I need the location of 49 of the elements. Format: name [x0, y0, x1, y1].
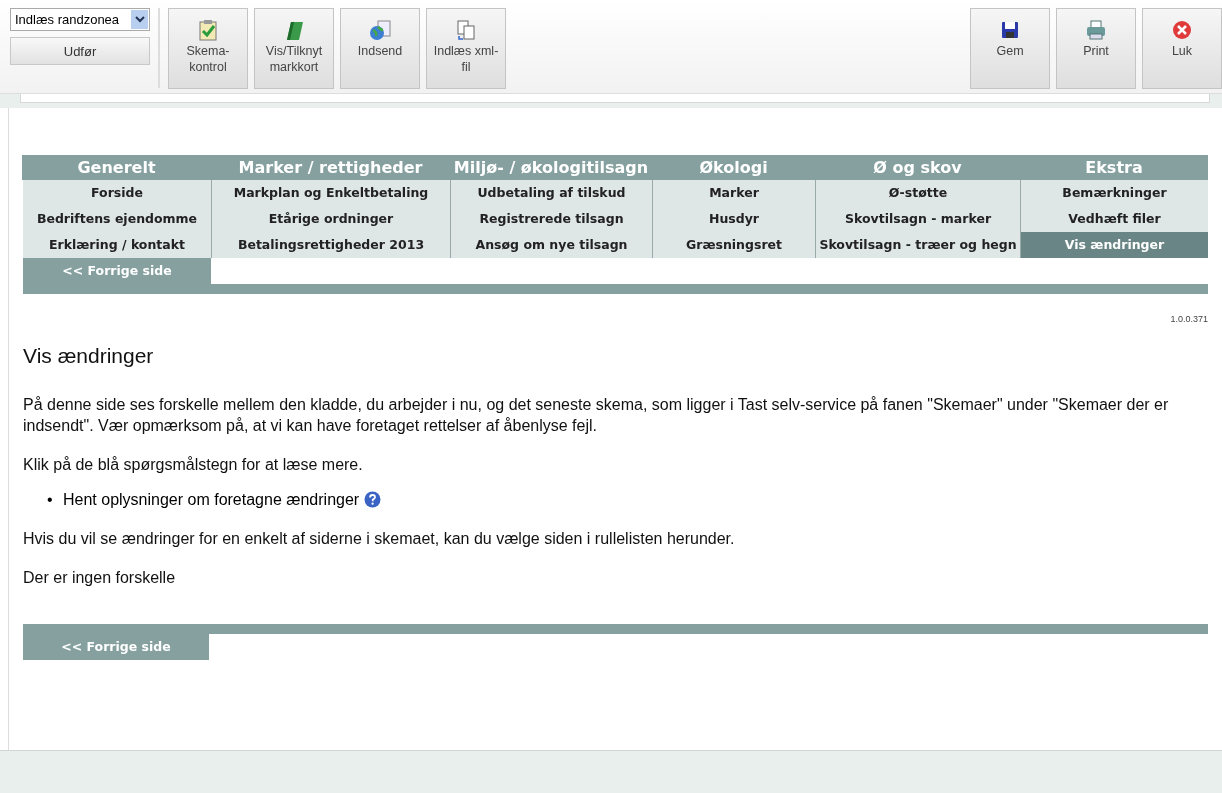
menu-item[interactable]: Vedhæft filer — [1021, 206, 1208, 232]
save-icon — [999, 19, 1021, 41]
menu-item[interactable]: Bedriftens ejendomme — [23, 206, 211, 232]
printer-icon — [1085, 19, 1107, 41]
help-icon[interactable] — [364, 491, 382, 508]
menu-heading: Ø og skov — [815, 155, 1020, 180]
version-label: 1.0.0.371 — [1170, 314, 1208, 324]
menu-item[interactable]: Vis ændringer — [1021, 232, 1208, 258]
toolbar-button[interactable]: Print — [1056, 8, 1136, 89]
intro-paragraph: På denne side ses forskelle mellem den kladde, du arbejder i nu, og det seneste skema, som ligger i Tast selv-service på fanen "Skemaer" under "Skemaer der er indsendt". Vær opmærksom på, at vi kan have foretaget rettelser af åbenlyse fejl. — [23, 395, 1170, 436]
menu-item[interactable]: Skovtilsagn - træer og hegn — [816, 232, 1020, 258]
menu-heading: Ekstra — [1020, 155, 1208, 180]
toolbar-button[interactable]: Indlæs xml- fil — [426, 8, 506, 89]
bullet-text: Hent oplysninger om foretagne ændringer — [63, 490, 360, 510]
toolbar-button[interactable]: Luk — [1142, 8, 1222, 89]
menu-item[interactable]: Ansøg om nye tilsagn — [451, 232, 652, 258]
dropdown-caret-icon[interactable] — [131, 10, 148, 29]
randzone-select[interactable]: Indlæs randzonea — [10, 8, 150, 31]
menu-heading: Generelt — [22, 155, 211, 180]
menu-item[interactable]: Registrerede tilsagn — [451, 206, 652, 232]
toolbar-button[interactable]: Skema- kontrol — [168, 8, 248, 89]
menu-item[interactable]: Markplan og Enkeltbetaling — [212, 180, 450, 206]
menu-item[interactable]: Udbetaling af tilskud — [451, 180, 652, 206]
menu-item[interactable]: Erklæring / kontakt — [23, 232, 211, 258]
menu-heading: Økologi — [652, 155, 815, 180]
menu-item[interactable]: Marker — [653, 180, 815, 206]
menu-item[interactable]: Etårige ordninger — [212, 206, 450, 232]
menu-heading: Marker / rettigheder — [211, 155, 450, 180]
menu-heading: Miljø- / økologitilsagn — [450, 155, 652, 180]
menu-item[interactable]: Bemærkninger — [1021, 180, 1208, 206]
result-text: Der er ingen forskelle — [23, 568, 177, 588]
toolbar-button[interactable]: Indsend — [340, 8, 420, 89]
run-button[interactable]: Udfør — [10, 37, 150, 65]
globe-document-icon — [369, 19, 391, 41]
hint-text: Klik på de blå spørgsmålstegn for at læse mere. — [23, 455, 364, 475]
menu-item[interactable]: Skovtilsagn - marker — [816, 206, 1020, 232]
clipboard-icon — [197, 19, 219, 41]
menu-item[interactable]: Græsningsret — [653, 232, 815, 258]
bullet-marker: • — [47, 490, 54, 510]
toolbar-button[interactable]: Vis/Tilknyt markkort — [254, 8, 334, 89]
menu-item[interactable]: Betalingsrettigheder 2013 — [212, 232, 450, 258]
toolbar-button[interactable]: Gem — [970, 8, 1050, 89]
menu-item[interactable]: Ø-støtte — [816, 180, 1020, 206]
menu-item[interactable]: Husdyr — [653, 206, 815, 232]
close-icon — [1171, 19, 1193, 41]
page-title: Vis ændringer — [23, 344, 155, 368]
menu-item[interactable]: Forside — [23, 180, 211, 206]
documents-icon — [455, 19, 477, 41]
select-hint-text: Hvis du vil se ændringer for en enkelt af siderne i skemaet, kan du vælge siden i rullelisten herunder. — [23, 529, 736, 549]
